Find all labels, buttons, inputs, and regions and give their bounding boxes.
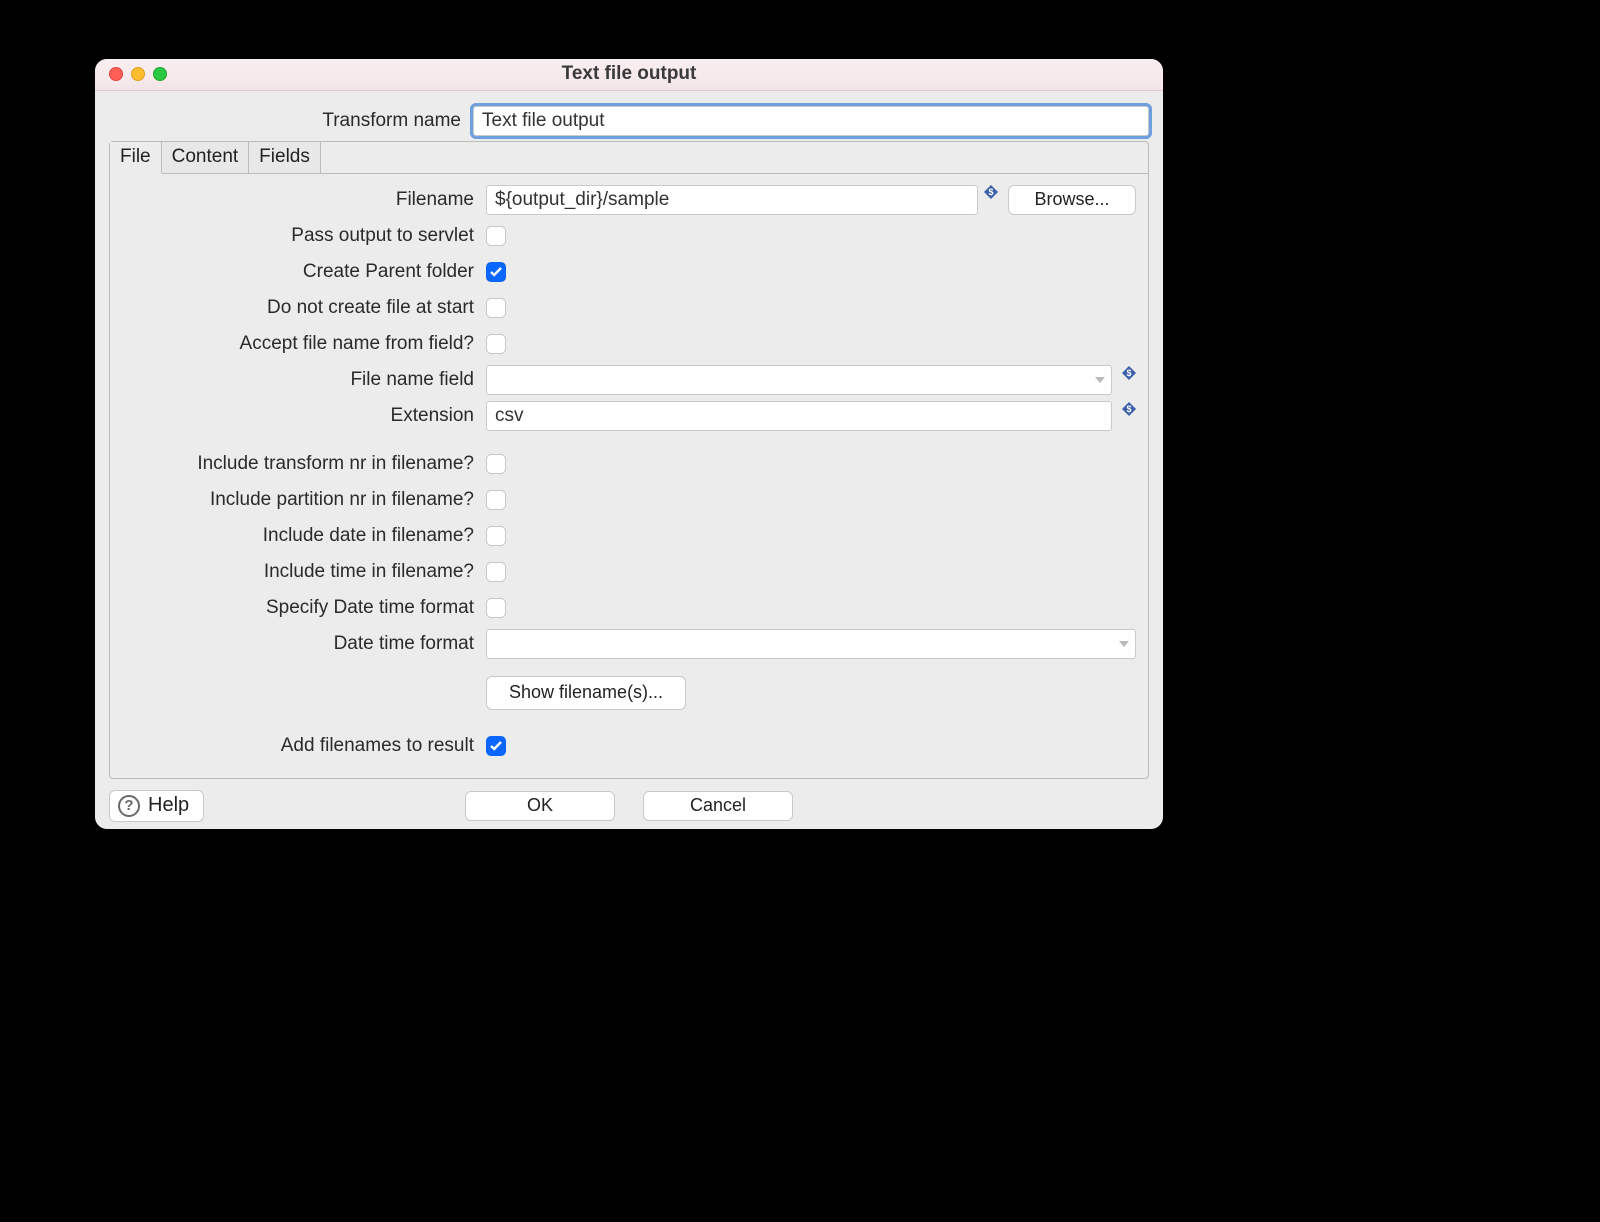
no-create-start-row: Do not create file at start (122, 292, 1136, 324)
create-parent-row: Create Parent folder (122, 256, 1136, 288)
tab-file-content: Filename $ Browse... Pass output to serv… (110, 174, 1148, 778)
tabs: File Content Fields (110, 142, 1148, 174)
tab-file[interactable]: File (110, 142, 162, 174)
svg-text:$: $ (1126, 368, 1131, 378)
inc-transform-nr-label: Include transform nr in filename? (122, 453, 476, 475)
show-filenames-row: Show filename(s)... (122, 676, 1136, 710)
specify-dtf-checkbox[interactable] (486, 598, 506, 618)
filename-row: Filename $ Browse... (122, 184, 1136, 216)
specify-dtf-row: Specify Date time format (122, 592, 1136, 624)
transform-name-input[interactable] (473, 106, 1149, 136)
zoom-icon[interactable] (153, 67, 167, 81)
titlebar: Text file output (95, 59, 1163, 91)
inc-date-label: Include date in filename? (122, 525, 476, 547)
extension-row: Extension $ (122, 400, 1136, 432)
create-parent-checkbox[interactable] (486, 262, 506, 282)
add-result-label: Add filenames to result (122, 735, 476, 757)
window-controls (109, 67, 167, 81)
accept-from-field-checkbox[interactable] (486, 334, 506, 354)
tab-file-label: File (120, 146, 151, 168)
filename-label: Filename (122, 189, 476, 211)
specify-dtf-label: Specify Date time format (122, 597, 476, 619)
transform-name-label: Transform name (109, 110, 463, 132)
dtf-label: Date time format (122, 633, 476, 655)
svg-text:$: $ (1126, 404, 1131, 414)
inc-date-row: Include date in filename? (122, 520, 1136, 552)
inc-partition-nr-row: Include partition nr in filename? (122, 484, 1136, 516)
variable-icon: $ (984, 185, 998, 199)
extension-input[interactable] (486, 401, 1112, 431)
inc-time-checkbox[interactable] (486, 562, 506, 582)
ok-button[interactable]: OK (465, 791, 615, 821)
chevron-down-icon (1119, 639, 1129, 649)
variable-icon: $ (1122, 366, 1136, 380)
inc-transform-nr-row: Include transform nr in filename? (122, 448, 1136, 480)
pass-servlet-checkbox[interactable] (486, 226, 506, 246)
close-icon[interactable] (109, 67, 123, 81)
filename-field-row: File name field $ (122, 364, 1136, 396)
ok-button-label: OK (527, 795, 553, 816)
show-filenames-label: Show filename(s)... (509, 682, 663, 703)
add-result-row: Add filenames to result (122, 730, 1136, 762)
variable-icon: $ (1122, 402, 1136, 416)
inc-time-row: Include time in filename? (122, 556, 1136, 588)
browse-button-label: Browse... (1034, 189, 1109, 210)
filename-input[interactable] (486, 185, 978, 215)
svg-text:$: $ (988, 187, 993, 197)
show-filenames-button[interactable]: Show filename(s)... (486, 676, 686, 710)
dialog-footer: ? Help OK Cancel (95, 789, 1163, 829)
inc-time-label: Include time in filename? (122, 561, 476, 583)
inc-partition-nr-checkbox[interactable] (486, 490, 506, 510)
create-parent-label: Create Parent folder (122, 261, 476, 283)
inc-partition-nr-label: Include partition nr in filename? (122, 489, 476, 511)
dialog-body: Transform name File Content Fields Filen… (95, 91, 1163, 789)
extension-label: Extension (122, 405, 476, 427)
cancel-button[interactable]: Cancel (643, 791, 793, 821)
help-button-label: Help (148, 794, 189, 817)
dtf-row: Date time format (122, 628, 1136, 660)
inc-date-checkbox[interactable] (486, 526, 506, 546)
inc-transform-nr-checkbox[interactable] (486, 454, 506, 474)
dtf-combo[interactable] (486, 629, 1136, 659)
tab-panel: File Content Fields Filename $ Browse... (109, 141, 1149, 779)
browse-button[interactable]: Browse... (1008, 185, 1136, 215)
filename-field-combo[interactable] (486, 365, 1112, 395)
tab-fields[interactable]: Fields (249, 142, 321, 173)
chevron-down-icon (1095, 375, 1105, 385)
tab-content[interactable]: Content (162, 142, 250, 173)
accept-from-field-label: Accept file name from field? (122, 333, 476, 355)
cancel-button-label: Cancel (690, 795, 746, 816)
window-title: Text file output (95, 63, 1163, 85)
accept-from-field-row: Accept file name from field? (122, 328, 1136, 360)
no-create-start-checkbox[interactable] (486, 298, 506, 318)
filename-field-label: File name field (122, 369, 476, 391)
add-result-checkbox[interactable] (486, 736, 506, 756)
tab-content-label: Content (172, 146, 239, 168)
pass-servlet-row: Pass output to servlet (122, 220, 1136, 252)
help-button[interactable]: ? Help (109, 790, 204, 822)
transform-name-row: Transform name (109, 105, 1149, 137)
dialog-window: Text file output Transform name File Con… (95, 59, 1163, 829)
tab-fields-label: Fields (259, 146, 310, 168)
no-create-start-label: Do not create file at start (122, 297, 476, 319)
pass-servlet-label: Pass output to servlet (122, 225, 476, 247)
help-icon: ? (118, 795, 140, 817)
minimize-icon[interactable] (131, 67, 145, 81)
